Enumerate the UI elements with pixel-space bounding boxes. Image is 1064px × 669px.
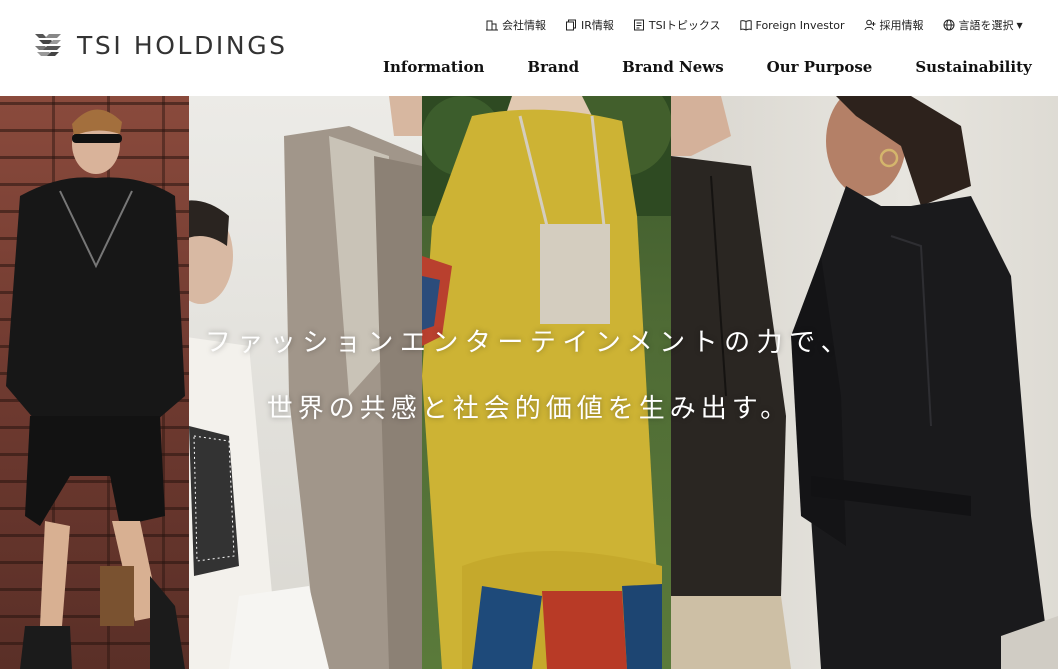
logo[interactable]: TSI HOLDINGS xyxy=(33,29,288,61)
page-edge xyxy=(1058,96,1064,669)
logo-text: TSI HOLDINGS xyxy=(77,30,288,60)
photo-figure-leather-jacket xyxy=(6,109,185,669)
util-label: TSIトピックス xyxy=(648,19,721,32)
photo-figure-yellow-dress xyxy=(422,96,671,669)
util-label: 採用情報 xyxy=(879,19,924,32)
util-language-select[interactable]: 言語を選択 ▼ xyxy=(943,17,1023,33)
util-ir-info[interactable]: IR情報 xyxy=(565,17,614,33)
util-foreign-investor[interactable]: Foreign Investor xyxy=(739,18,845,32)
nav-sustainability[interactable]: Sustainability xyxy=(915,58,1031,76)
hero-tagline-line-1: ファッションエンターテインメントの力で、 xyxy=(204,328,854,358)
person-icon xyxy=(864,19,876,31)
nav-information[interactable]: Information xyxy=(383,58,484,76)
hero-photo-4 xyxy=(671,96,1058,669)
photo-figure-black-shirt xyxy=(671,96,1058,669)
util-company-info[interactable]: 会社情報 xyxy=(486,17,546,33)
building-icon xyxy=(486,20,498,31)
news-icon xyxy=(633,19,644,31)
nav-brand-news[interactable]: Brand News xyxy=(622,58,724,76)
utility-nav: 会社情報 IR情報 TSIトピックス Foreign Investor 採用情報… xyxy=(486,17,1044,33)
hero-photo-2 xyxy=(189,96,422,669)
nav-brand[interactable]: Brand xyxy=(527,58,579,76)
util-tsi-topics[interactable]: TSIトピックス xyxy=(633,17,721,33)
util-label: Foreign Investor xyxy=(755,18,845,32)
nav-our-purpose[interactable]: Our Purpose xyxy=(767,58,873,76)
logo-mark-icon xyxy=(35,34,61,56)
hero-tagline-line-2: 世界の共感と社会的価値を生み出す。 xyxy=(266,394,792,424)
util-label: 言語を選択 xyxy=(958,19,1014,32)
book-icon xyxy=(739,20,752,31)
photo-figure-beige-coat xyxy=(189,96,422,669)
site-header: TSI HOLDINGS 会社情報 IR情報 TSIトピックス Foreign … xyxy=(0,0,1064,96)
document-copy-icon xyxy=(566,19,576,31)
chevron-down-icon: ▼ xyxy=(1016,20,1023,30)
hero-banner: ファッションエンターテインメントの力で、 世界の共感と社会的価値を生み出す。 xyxy=(0,96,1058,669)
hero-photo-1 xyxy=(0,96,189,669)
util-label: IR情報 xyxy=(581,19,614,32)
globe-icon xyxy=(943,19,955,31)
main-nav: Information Brand Brand News Our Purpose… xyxy=(383,58,1032,76)
hero-photo-3 xyxy=(422,96,671,669)
util-recruit[interactable]: 採用情報 xyxy=(864,17,924,33)
util-label: 会社情報 xyxy=(502,19,546,32)
